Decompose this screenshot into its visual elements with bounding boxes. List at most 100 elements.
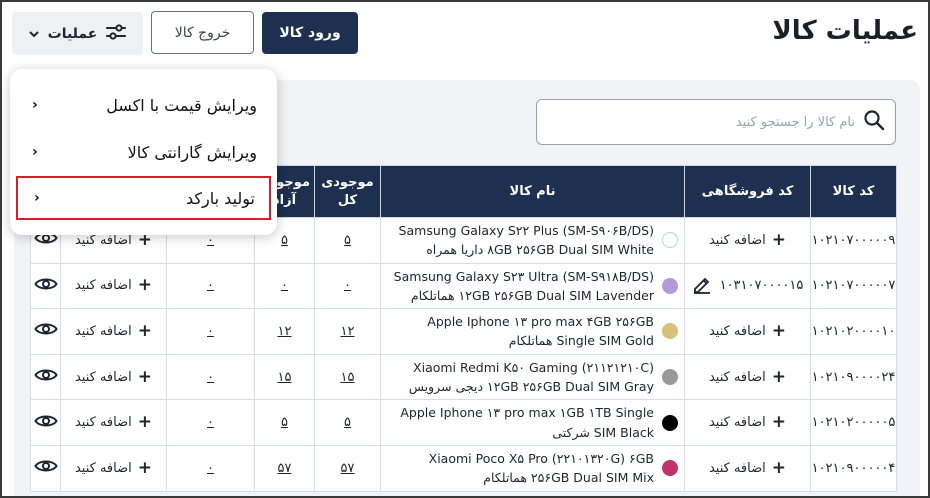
color-swatch (662, 414, 678, 431)
stock-total-link[interactable]: ۵۷ (341, 461, 355, 476)
eye-icon[interactable] (33, 323, 58, 341)
eye-icon[interactable] (33, 415, 58, 433)
stock-total-cell[interactable]: ۰ (314, 262, 381, 310)
stock-free-link[interactable]: ۱۲ (278, 324, 292, 339)
eye-icon[interactable] (33, 232, 58, 250)
search-input[interactable] (555, 114, 855, 130)
reserved-link[interactable]: ۰ (207, 370, 214, 385)
stock-total-link[interactable]: ۱۵ (341, 370, 355, 385)
plus-icon: + (771, 457, 787, 478)
plus-icon: + (137, 320, 153, 341)
add-shop-code-button[interactable]: + اضافه کنید (708, 457, 787, 478)
stock-free-cell[interactable]: ۵۷ (254, 444, 315, 492)
plus-icon: + (137, 412, 153, 433)
add-action-cell: + اضافه کنید (60, 444, 167, 492)
stock-total-cell[interactable]: ۵ (314, 399, 381, 446)
product-name-line2: Single SIM Gold هماتلکام (508, 333, 654, 349)
stock-total-cell[interactable]: ۱۲ (314, 308, 381, 355)
add-button[interactable]: + اضافه کنید (75, 277, 152, 294)
eye-icon[interactable] (33, 460, 58, 478)
add-button[interactable]: + اضافه کنید (75, 414, 152, 431)
eye-icon[interactable] (33, 278, 58, 296)
stock-total-link[interactable]: ۵ (344, 233, 351, 248)
menu-item-generate-barcode[interactable]: تولید بارکد ‹ (16, 176, 271, 220)
plus-icon: + (137, 457, 153, 478)
reserved-link[interactable]: ۰ (207, 415, 214, 430)
col-header-name: نام کالا (380, 165, 685, 218)
plus-icon: + (137, 366, 153, 387)
product-name-line1: Xiaomi Redmi K۵۰ Gaming (۲۱۱۲۱۲۱۰C) (413, 359, 654, 375)
shop-code-cell: ۱۰۳۱۰۷۰۰۰۰۱۵ (684, 262, 811, 310)
plus-icon: + (771, 229, 787, 250)
operations-button[interactable]: عملیات (12, 12, 143, 55)
stock-free-link[interactable]: ۵ (281, 415, 288, 430)
view-cell (30, 444, 61, 492)
shop-code-cell: + اضافه کنید (684, 353, 811, 401)
menu-item-label: ویرایش قیمت با اکسل (106, 95, 257, 115)
add-button[interactable]: + اضافه کنید (75, 320, 153, 341)
shop-code-cell: + اضافه کنید (684, 399, 811, 446)
product-code: ۱۰۲۱۰۲۰۰۰۰۱۰ (810, 308, 897, 355)
reserved-cell[interactable]: ۰ (166, 308, 255, 355)
reserved-link[interactable]: ۰ (207, 324, 214, 339)
menu-item-label: تولید بارکد (186, 188, 255, 208)
reserved-link[interactable]: ۰ (207, 233, 214, 248)
menu-item-edit-warranty[interactable]: ویرایش گارانتی کالا ‹ (16, 130, 271, 174)
plus-icon: + (771, 320, 787, 341)
table-row: ۱۰۲۱۰۲۰۰۰۰۰۵ + اضافه کنید Apple Iphone ۱۳ p… (30, 399, 897, 446)
page-title: عملیات کالا (772, 16, 918, 46)
stock-total-cell[interactable]: ۵۷ (314, 444, 381, 492)
color-swatch (662, 369, 678, 386)
product-name-cell: Samsung Galaxy S۲۳ Ultra (SM-S۹۱۸B/DS) ۱۲… (380, 262, 685, 310)
add-button[interactable]: + اضافه کنید (74, 366, 153, 387)
reserved-cell[interactable]: ۰ (166, 399, 255, 446)
add-shop-code-button[interactable]: + اضافه کنید (709, 229, 787, 250)
product-exit-button[interactable]: خروج کالا (151, 11, 254, 54)
search-box[interactable] (536, 99, 896, 145)
reserved-link[interactable]: ۰ (207, 461, 214, 476)
add-button[interactable]: + اضافه کنید (75, 457, 153, 478)
product-name-cell: Xiaomi Poco X۵ Pro (۲۲۱۰۱۳۲۰G) ۶GB ۲۵۶GB … (380, 444, 685, 492)
stock-free-link[interactable]: ۰ (281, 278, 288, 293)
menu-item-edit-price-excel[interactable]: ویرایش قیمت با اکسل ‹ (16, 83, 271, 127)
product-code: ۱۰۲۱۰۲۰۰۰۰۰۵ (810, 399, 897, 446)
add-label: اضافه کنید (708, 460, 766, 476)
product-code: ۱۰۲۱۰۷۰۰۰۰۰۹ (810, 217, 897, 264)
sliders-icon (105, 23, 127, 45)
stock-total-link[interactable]: ۱۲ (341, 324, 355, 339)
reserved-link[interactable]: ۰ (207, 278, 214, 293)
color-swatch (662, 277, 678, 294)
stock-free-cell[interactable]: ۱۵ (254, 353, 315, 401)
product-name-line2: ۲۵۶GB Dual SIM Mix هماتلکام (483, 470, 654, 486)
stock-total-link[interactable]: ۰ (344, 278, 351, 293)
color-swatch (662, 232, 678, 249)
product-entry-button[interactable]: ورود کالا (262, 12, 358, 54)
color-swatch (662, 460, 678, 477)
stock-total-cell[interactable]: ۵ (314, 217, 381, 264)
stock-total-link[interactable]: ۵ (344, 415, 351, 430)
shop-code-value: ۱۰۳۱۰۷۰۰۰۰۱۵ (719, 278, 804, 294)
stock-free-cell[interactable]: ۰ (254, 262, 315, 310)
stock-free-link[interactable]: ۵ (281, 233, 288, 248)
stock-free-link[interactable]: ۱۵ (278, 370, 292, 385)
stock-free-cell[interactable]: ۱۲ (254, 308, 315, 355)
stock-total-cell[interactable]: ۱۵ (314, 353, 381, 401)
menu-item-label: ویرایش گارانتی کالا (127, 142, 257, 162)
reserved-cell[interactable]: ۰ (166, 262, 255, 310)
stock-free-cell[interactable]: ۵ (254, 399, 315, 446)
reserved-cell[interactable]: ۰ (166, 444, 255, 492)
add-label: اضافه کنید (74, 232, 132, 248)
product-name-line1: Samsung Galaxy S۲۳ Ultra (SM-S۹۱۸B/DS) (393, 268, 654, 284)
view-cell (30, 399, 61, 446)
eye-icon[interactable] (33, 369, 58, 387)
add-shop-code-button[interactable]: + اضافه کنید (709, 414, 786, 431)
add-label: اضافه کنید (74, 369, 132, 385)
stock-free-link[interactable]: ۵۷ (278, 461, 292, 476)
reserved-cell[interactable]: ۰ (166, 353, 255, 401)
add-shop-code-button[interactable]: + اضافه کنید (709, 368, 786, 386)
add-shop-code-button[interactable]: + اضافه کنید (709, 320, 787, 341)
table-row: ۱۰۲۱۰۹۰۰۰۰۲۴ + اضافه کنید Xiaomi Redmi K۵۰ … (30, 353, 897, 401)
edit-pencil-icon[interactable] (692, 274, 712, 298)
col-header-stock-total: موجودی کل (314, 165, 381, 218)
color-swatch (662, 323, 678, 340)
